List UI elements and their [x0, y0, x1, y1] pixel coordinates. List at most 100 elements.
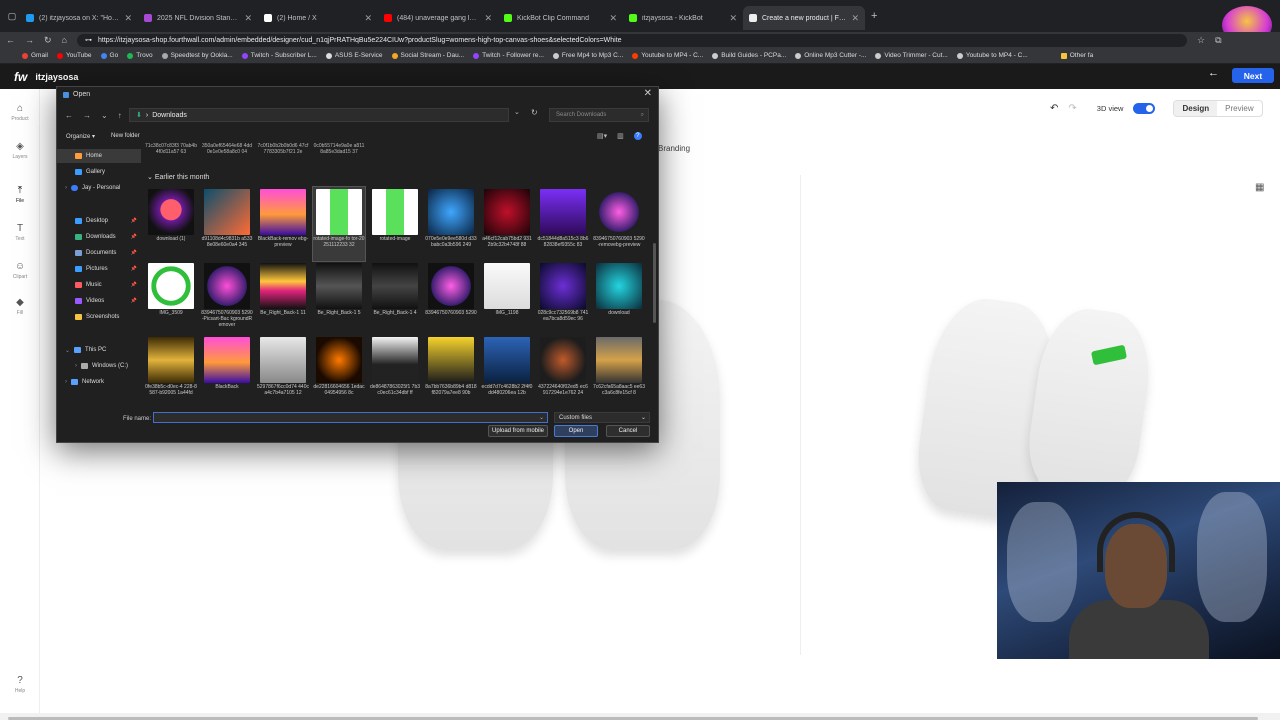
file-tile[interactable]: a46cf12cab75bd2 9312b9c32b4748f 88: [481, 187, 533, 261]
browser-tab[interactable]: (484) unaverage gang laid to wa✕: [378, 6, 498, 30]
browser-tab[interactable]: (2) itzjaysosa on X: "Hot topics fr✕: [20, 6, 138, 30]
close-tab-icon[interactable]: ✕: [851, 13, 859, 24]
search-input[interactable]: Search Downloads ⌕: [549, 108, 649, 122]
close-tab-icon[interactable]: ✕: [609, 13, 617, 24]
3d-view-toggle[interactable]: [1133, 103, 1156, 114]
bookmark-item[interactable]: Social Stream - Dau...: [391, 52, 464, 59]
file-tile[interactable]: 83946750760903 5290-removebg-preview: [593, 187, 645, 261]
nav-this-pc[interactable]: ⌄ This PC: [57, 343, 141, 357]
organize-menu[interactable]: Organize ▾: [66, 133, 95, 140]
new-tab-icon[interactable]: +: [871, 10, 877, 22]
bookmark-star-icon[interactable]: ☆: [1197, 35, 1205, 46]
site-info-icon[interactable]: ⊶: [85, 36, 92, 44]
home-icon[interactable]: ⌂: [62, 35, 67, 45]
bookmark-item[interactable]: Online Mp3 Cutter -...: [795, 52, 866, 59]
file-tile[interactable]: 83946750760903 5290-Picsart-Bac kgroundR…: [201, 261, 253, 335]
bookmark-item[interactable]: Build Guides - PCPa...: [712, 52, 786, 59]
close-tab-icon[interactable]: ✕: [364, 13, 372, 24]
file-tile[interactable]: de22816604656 1edac04954956 8c: [313, 335, 365, 408]
open-button[interactable]: Open: [554, 425, 598, 437]
rail-item-file[interactable]: ⤒ File: [0, 185, 40, 204]
rail-item-fill[interactable]: ◆ Fill: [0, 297, 40, 316]
rail-item-product[interactable]: ⌂ Product: [0, 103, 40, 122]
bookmark-item[interactable]: Youtube to MP4 - C...: [632, 52, 703, 59]
url-field[interactable]: ⊶ https://itzjaysosa-shop.fourthwall.com/…: [76, 33, 1187, 47]
path-dropdown-icon[interactable]: ⌄: [514, 108, 520, 116]
back-icon[interactable]: ←: [6, 35, 15, 45]
file-tile[interactable]: 437224640f02ed5 ec6917294e1e762 24: [537, 335, 589, 408]
path-bar[interactable]: ⬇ › Downloads: [129, 108, 509, 122]
bookmark-item[interactable]: Go: [100, 52, 118, 59]
browser-tab[interactable]: 2025 NFL Division Standings ✕: [138, 6, 258, 30]
close-icon[interactable]: ✕: [644, 88, 652, 99]
expand-icon[interactable]: ›: [65, 185, 67, 191]
nav-documents[interactable]: Documents 📌: [57, 246, 141, 260]
horizontal-scrollbar[interactable]: [0, 713, 1280, 720]
file-tile[interactable]: rotated-image-fo tor-20251112233 32: [312, 186, 366, 262]
file-tile[interactable]: 7c62cfa65a8aac5 ee63c3a6c8fe15cf 8: [593, 335, 645, 408]
bookmark-item[interactable]: Trovo: [127, 52, 153, 59]
close-tab-icon[interactable]: ✕: [124, 13, 132, 24]
view-mode-icon[interactable]: ▤▾: [597, 132, 607, 140]
nav-windows-c[interactable]: › Windows (C:): [57, 359, 141, 373]
preview-tab[interactable]: Preview: [1217, 101, 1261, 116]
browser-tab-active[interactable]: Create a new product | Fourthwall✕: [743, 6, 865, 30]
expand-icon[interactable]: ⌄: [65, 347, 70, 354]
file-tile[interactable]: download (1): [145, 187, 197, 261]
file-tile[interactable]: Be_Right_Back-1 4: [369, 261, 421, 335]
group-header[interactable]: ⌄ Earlier this month: [147, 173, 209, 181]
close-tab-icon[interactable]: ✕: [244, 13, 252, 24]
file-name-partial[interactable]: 0c0b55714e9a0e a8118a85e3dad15 37: [313, 143, 365, 155]
forward-icon[interactable]: →: [83, 111, 91, 120]
forward-icon[interactable]: →: [25, 35, 34, 45]
close-tab-icon[interactable]: ✕: [484, 13, 492, 24]
bookmark-item[interactable]: Twitch - Follower re...: [473, 52, 544, 59]
up-icon[interactable]: ↑: [118, 111, 122, 120]
reload-icon[interactable]: ↻: [44, 35, 52, 46]
undo-icon[interactable]: ↶: [1050, 103, 1058, 114]
file-tile[interactable]: IMG_3509: [145, 261, 197, 335]
file-name-input[interactable]: ⌄: [153, 412, 548, 423]
recent-dropdown-icon[interactable]: ⌄: [101, 111, 108, 120]
grid-icon[interactable]: ▦: [1255, 182, 1264, 193]
extensions-icon[interactable]: ⧉: [1215, 35, 1221, 46]
tab-actions-icon[interactable]: ▢: [4, 11, 20, 22]
file-tile[interactable]: de86487863025f1 7b3c0ec61c34dbf ff: [369, 335, 421, 408]
nav-desktop[interactable]: Desktop 📌: [57, 214, 141, 228]
back-arrow-icon[interactable]: ←: [1208, 67, 1219, 79]
nav-music[interactable]: Music 📌: [57, 278, 141, 292]
rail-item-help[interactable]: ? Help: [0, 675, 40, 694]
browser-tab[interactable]: itzjaysosa - KickBot ✕: [623, 6, 743, 30]
close-tab-icon[interactable]: ✕: [729, 13, 737, 24]
rail-item-clipart[interactable]: ☺ Clipart: [0, 261, 40, 280]
back-icon[interactable]: ←: [65, 111, 73, 120]
nav-home[interactable]: Home: [57, 149, 141, 163]
bookmark-item[interactable]: Video Trimmer - Cut...: [875, 52, 948, 59]
file-tile[interactable]: BlackBack: [201, 335, 253, 408]
file-tile[interactable]: Be_Right_Back-1 5: [313, 261, 365, 335]
bookmark-item[interactable]: Twitch - Subscriber L...: [241, 52, 317, 59]
file-tile[interactable]: 8a7bb7636b89b4 d818f82079a7ee8 90b: [425, 335, 477, 408]
file-tile[interactable]: 070e5e0e9ee580d d33babc0a3b596 249: [425, 187, 477, 261]
chevron-down-icon[interactable]: ⌄: [539, 414, 544, 421]
bookmark-item[interactable]: Youtube to MP4 - C...: [956, 52, 1028, 59]
nav-downloads[interactable]: Downloads 📌: [57, 230, 141, 244]
file-tile[interactable]: 83946750760903 5290: [425, 261, 477, 335]
file-tile[interactable]: d91108d4c9831b a5338e08e60e0a4 345: [201, 187, 253, 261]
browser-tab[interactable]: (2) Home / X ✕: [258, 6, 378, 30]
bookmark-item[interactable]: Speedtest by Ookla...: [161, 52, 233, 59]
bookmark-item[interactable]: YouTube: [56, 52, 92, 59]
file-tile[interactable]: dc51844d8a515c3 8b682838ef9355c 83: [537, 187, 589, 261]
preview-pane-icon[interactable]: ▥: [617, 132, 624, 140]
expand-icon[interactable]: ›: [65, 379, 67, 385]
next-button[interactable]: Next: [1232, 68, 1274, 83]
bookmark-item[interactable]: ASUS E-Service: [325, 52, 383, 59]
expand-icon[interactable]: ›: [75, 363, 77, 369]
file-tile[interactable]: IMG_1198: [481, 261, 533, 335]
bookmark-item[interactable]: Free Mp4 to Mp3 C...: [552, 52, 623, 59]
file-tile[interactable]: rotated-image: [369, 187, 421, 261]
file-tile[interactable]: 028c9cc732569b8 741ea7bca8d59ec 96: [537, 261, 589, 335]
file-tile[interactable]: BlackBack-remov ebg-preview: [257, 187, 309, 261]
help-icon[interactable]: ?: [633, 132, 642, 140]
bookmark-item[interactable]: Gmail: [22, 52, 48, 59]
